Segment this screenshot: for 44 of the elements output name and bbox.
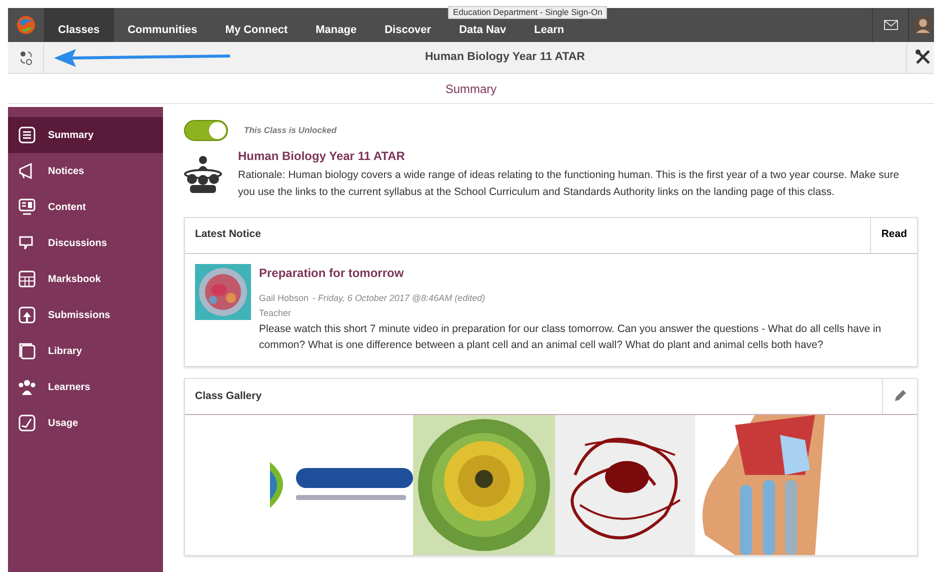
rationale-text: Rationale: Human biology covers a wide range of ideas relating to the functioning human. This is the first year of a two year course. Make sure you use the links to the current syllabus at the School Curriculum and Standards Authority links on the landing page of this class. bbox=[238, 168, 900, 200]
sidebar-item[interactable]: Learners bbox=[8, 369, 163, 405]
author-name: Gail Hobson bbox=[259, 292, 309, 305]
sidebar-item[interactable]: Notices bbox=[8, 153, 163, 189]
nav-tab[interactable]: Communities bbox=[114, 8, 212, 42]
sidebar-item[interactable]: Content bbox=[8, 189, 163, 225]
sidebar-item[interactable]: Usage bbox=[8, 405, 163, 441]
post-date: - Friday, 6 October 2017 @8:46AM (edited) bbox=[312, 292, 486, 305]
folder-icon bbox=[18, 342, 36, 360]
people-icon bbox=[18, 378, 36, 396]
sidebar-item[interactable]: Submissions bbox=[8, 297, 163, 333]
toggle-switch[interactable] bbox=[184, 120, 228, 141]
toggle-label: This Class is Unlocked bbox=[244, 124, 337, 137]
mail-icon bbox=[884, 20, 898, 30]
class-heading: Human Biology Year 11 ATAR bbox=[238, 148, 406, 165]
nav-tab[interactable]: Discover bbox=[370, 8, 446, 42]
sidebar-item[interactable]: Library bbox=[8, 333, 163, 369]
grid-icon bbox=[18, 270, 36, 288]
logo-icon bbox=[15, 14, 37, 36]
sidebar-item[interactable]: Marksbook bbox=[8, 261, 163, 297]
notice-title: Preparation for tomorrow bbox=[259, 264, 405, 282]
avatar bbox=[913, 15, 933, 35]
chart-icon bbox=[18, 414, 36, 432]
nav-tab[interactable]: My Connect bbox=[211, 8, 302, 42]
tools-icon bbox=[915, 49, 931, 66]
nav-tab[interactable]: Manage bbox=[302, 8, 371, 42]
pencil-icon bbox=[893, 389, 907, 404]
card-heading: Class Gallery bbox=[194, 388, 263, 404]
monitor-icon bbox=[18, 198, 36, 216]
sidebar-item[interactable]: Summary bbox=[8, 117, 163, 153]
sidebar-item[interactable]: Discussions bbox=[8, 225, 163, 261]
switch-icon bbox=[18, 50, 34, 66]
page-title: Summary bbox=[445, 80, 497, 98]
document-icon bbox=[18, 126, 36, 144]
nav-tab[interactable]: Classes bbox=[44, 8, 114, 42]
card-heading: Latest Notice bbox=[194, 227, 262, 242]
class-icon bbox=[184, 154, 222, 194]
read-button[interactable]: Read bbox=[870, 218, 917, 253]
notice-text: Please watch this short 7 minute video in preparation for our class tomorrow. Can you answer the questions - What do all cells have in common? What is one difference between a plant cell and an animal cell wall? What do plant and animal cells both have? bbox=[259, 322, 882, 354]
class-title: Human Biology Year 11 ATAR bbox=[425, 50, 585, 65]
upload-icon bbox=[18, 306, 36, 324]
speech-bubble-icon bbox=[18, 234, 36, 252]
tooltip: Education Department - Single Sign-On bbox=[448, 6, 608, 19]
author-role: Teacher bbox=[259, 307, 292, 320]
